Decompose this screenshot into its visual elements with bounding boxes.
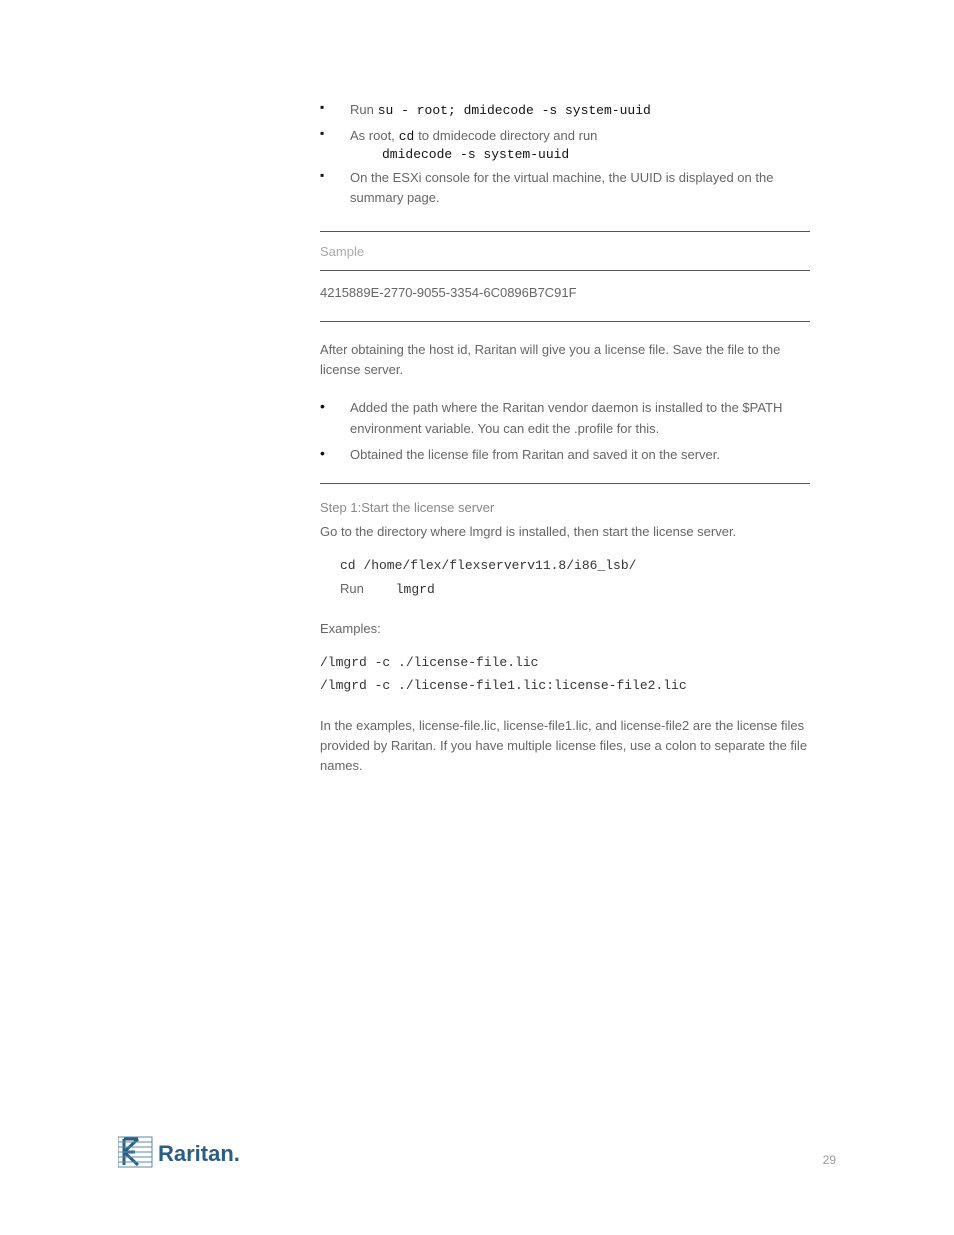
svg-text:Raritan.: Raritan. xyxy=(158,1141,240,1166)
bullet-item-2: ▪ As root, cd to dmidecode directory and… xyxy=(320,126,810,163)
square-bullet-icon: ▪ xyxy=(320,100,350,114)
bullet3-text: On the ESXi console for the virtual mach… xyxy=(350,170,773,205)
example-cmd-1: /lmgrd -c ./license-file.lic xyxy=(320,651,810,674)
raritan-wordmark-icon: Raritan. xyxy=(118,1131,278,1173)
bullet-x1-text: Added the path where the Raritan vendor … xyxy=(350,398,810,438)
bullet-group-1: ▪ Run su - root; dmidecode -s system-uui… xyxy=(320,100,810,207)
square-bullet-icon: ▪ xyxy=(320,168,350,182)
round-bullet-icon: • xyxy=(320,445,350,461)
sample-table: Sample 4215889E-2770-9055-3354-6C0896B7C… xyxy=(320,231,810,322)
bullet2-codeB: dmidecode -s system-uuid xyxy=(382,147,569,162)
cmd-line-cd: cd /home/flex/flexserverv11.8/i86_lsb/ xyxy=(340,554,810,577)
table-data-cell: 4215889E-2770-9055-3354-6C0896B7C91F xyxy=(320,271,810,322)
round-bullet-item-1: • Added the path where the Raritan vendo… xyxy=(320,398,810,438)
cmd-lead-run: Run xyxy=(340,581,364,596)
bullet2-lead: As root, xyxy=(350,128,395,143)
table-header-row: Sample xyxy=(320,231,810,271)
round-bullet-icon: • xyxy=(320,398,350,414)
bullet-item-3: ▪ On the ESXi console for the virtual ma… xyxy=(320,168,810,207)
bullet2-mid: to dmidecode directory and run xyxy=(418,128,597,143)
section-divider xyxy=(320,483,810,484)
bullet1-code: su - root; dmidecode -s system-uuid xyxy=(378,103,651,118)
bullet-group-2: • Added the path where the Raritan vendo… xyxy=(320,398,810,464)
brand-logo: Raritan. xyxy=(118,1131,278,1173)
examples-note: In the examples, license-file.lic, licen… xyxy=(320,716,810,776)
step1-heading: Step 1:Start the license server xyxy=(320,498,810,518)
bullet2-codeA: cd xyxy=(399,129,415,144)
examples-heading: Examples: xyxy=(320,619,810,639)
step1-paragraph: Go to the directory where lmgrd is insta… xyxy=(320,522,810,542)
bullet-item-1: ▪ Run su - root; dmidecode -s system-uui… xyxy=(320,100,810,120)
example-cmd-2: /lmgrd -c ./license-file1.lic:license-fi… xyxy=(320,674,810,697)
after-table-paragraph: After obtaining the host id, Raritan wil… xyxy=(320,340,810,380)
round-bullet-item-2: • Obtained the license file from Raritan… xyxy=(320,445,810,465)
command-block-examples: /lmgrd -c ./license-file.lic /lmgrd -c .… xyxy=(320,651,810,698)
square-bullet-icon: ▪ xyxy=(320,126,350,140)
command-block-1: cd /home/flex/flexserverv11.8/i86_lsb/ R… xyxy=(340,554,810,601)
bullet1-lead: Run xyxy=(350,102,374,117)
table-heading-label: Sample xyxy=(320,244,364,259)
cmd-lmgrd: lmgrd xyxy=(396,578,435,601)
bullet-x2-text: Obtained the license file from Raritan a… xyxy=(350,445,810,465)
page-number: 29 xyxy=(823,1153,836,1167)
